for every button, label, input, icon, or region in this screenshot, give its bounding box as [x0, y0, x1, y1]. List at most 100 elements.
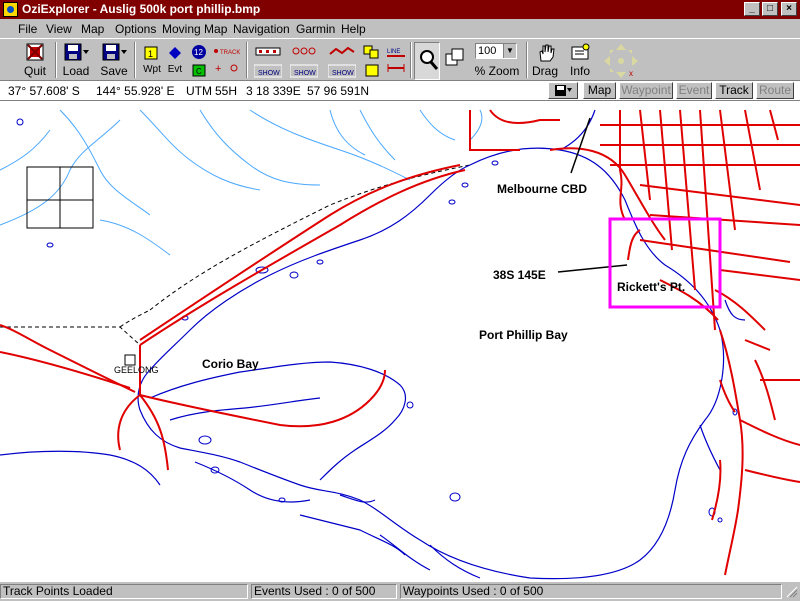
track-icon: TRACK +: [214, 49, 240, 75]
route-number-tool[interactable]: 12 C: [188, 42, 210, 80]
show-tracks-toggle[interactable]: SHOW: [326, 42, 356, 80]
event-list-icon: SHOW: [290, 47, 318, 78]
toolbar-separator: [246, 42, 248, 78]
quit-icon: [26, 43, 44, 61]
utm-zone: 55H: [215, 84, 238, 98]
menu-view[interactable]: View: [46, 22, 72, 36]
route-icon: 12 C: [192, 45, 206, 77]
map-canvas[interactable]: Melbourne CBD 38S 145E Rickett's Pt. Por…: [0, 101, 800, 582]
pan-arrows-icon: x: [604, 44, 638, 78]
status-events-used: Events Used : 0 of 500: [251, 584, 397, 599]
tab-track[interactable]: Track: [715, 82, 753, 99]
menu-navigation[interactable]: Navigation: [233, 22, 290, 36]
map-drawing: [0, 109, 800, 580]
line-tool[interactable]: LINE: [384, 42, 406, 80]
svg-text:LINE: LINE: [387, 49, 400, 55]
track-tool[interactable]: TRACK +: [212, 42, 242, 80]
zoom-label: % Zoom: [474, 64, 520, 78]
app-icon[interactable]: [3, 2, 18, 17]
diamond-icon: [169, 47, 181, 59]
svg-text:SHOW: SHOW: [258, 70, 280, 77]
coastline: [0, 109, 746, 580]
label-ricketts-point: Rickett's Pt.: [617, 280, 686, 294]
quit-label: Quit: [23, 64, 46, 78]
load-icon: [64, 43, 89, 61]
menu-file[interactable]: File: [18, 22, 37, 36]
waypoint-tool[interactable]: 1 Wpt: [140, 42, 164, 80]
utm-northing: 57 96 591N: [307, 84, 370, 98]
toolbar: Quit Load Save 1 Wpt Evt 12 C TRACK + SH…: [0, 38, 800, 81]
grid-reference-square: [26, 166, 94, 229]
waypoint-icon: 1: [144, 46, 158, 60]
menu-options[interactable]: Options: [115, 22, 156, 36]
tab-map[interactable]: Map: [583, 82, 616, 99]
svg-text:TRACK: TRACK: [220, 50, 240, 56]
save-map-button[interactable]: [548, 82, 578, 99]
toolbar-separator: [526, 42, 528, 78]
evt-label: Evt: [167, 64, 183, 75]
maximize-button[interactable]: □: [762, 2, 778, 16]
svg-text:x: x: [629, 69, 633, 78]
roads: [0, 109, 800, 576]
route-tool[interactable]: [360, 42, 382, 80]
svg-text:SHOW: SHOW: [332, 70, 354, 77]
menu-moving-map[interactable]: Moving Map: [162, 22, 227, 36]
geelong-marker: [124, 354, 136, 366]
minimize-button[interactable]: _: [744, 2, 760, 16]
magnifier-icon: [420, 50, 438, 70]
label-melbourne-cbd: Melbourne CBD: [497, 182, 587, 196]
rivers: [0, 109, 483, 256]
label-geelong: GEELONG: [114, 365, 159, 375]
zoom-select[interactable]: 100 ▼: [475, 43, 517, 59]
tab-route[interactable]: Route: [756, 82, 794, 99]
hand-icon: [539, 44, 555, 62]
save-icon: [102, 43, 127, 61]
longitude-readout: 144° 55.928' E: [96, 84, 175, 98]
info-icon: [571, 43, 590, 60]
resize-grip[interactable]: [786, 586, 798, 598]
windows-icon: [445, 48, 464, 66]
svg-text:C: C: [196, 67, 202, 76]
svg-text:1: 1: [148, 49, 153, 59]
status-message: Track Points Loaded: [0, 584, 248, 599]
lakes: [16, 118, 738, 523]
info-tool[interactable]: Info: [565, 42, 595, 80]
latitude-readout: 37° 57.608' S: [8, 84, 80, 98]
load-button[interactable]: Load: [60, 42, 92, 80]
track-list-icon: SHOW: [328, 46, 356, 78]
zoom-control[interactable]: 100 ▼ % Zoom: [472, 42, 522, 80]
label-grid-reference: 38S 145E: [493, 268, 546, 282]
info-label: Info: [569, 64, 590, 78]
save-label: Save: [100, 64, 128, 78]
waypoint-list-icon: SHOW: [254, 47, 282, 78]
coordinate-bar: 37° 57.608' S 144° 55.928' E UTM 55H 3 1…: [0, 81, 800, 101]
zoom-value: 100: [478, 45, 497, 57]
menu-garmin[interactable]: Garmin: [296, 22, 335, 36]
toolbar-separator: [134, 42, 136, 78]
event-tool[interactable]: Evt: [164, 42, 186, 80]
menu-bar: File View Map Options Moving Map Navigat…: [0, 19, 800, 39]
menu-help[interactable]: Help: [341, 22, 366, 36]
close-button[interactable]: ×: [781, 2, 797, 16]
disk-icon: [555, 85, 572, 96]
svg-text:SHOW: SHOW: [294, 70, 316, 77]
pan-control[interactable]: x: [600, 42, 640, 80]
drag-tool[interactable]: Drag: [530, 42, 560, 80]
toolbar-separator: [55, 42, 57, 78]
zoom-tool[interactable]: [414, 42, 440, 80]
load-label: Load: [62, 64, 90, 78]
window-title: OziExplorer - Auslig 500k port phillip.b…: [22, 2, 261, 16]
label-corio-bay: Corio Bay: [202, 357, 259, 371]
menu-map[interactable]: Map: [81, 22, 104, 36]
title-bar: OziExplorer - Auslig 500k port phillip.b…: [0, 0, 800, 19]
quit-button[interactable]: Quit: [20, 42, 50, 80]
tab-waypoint[interactable]: Waypoint: [619, 82, 673, 99]
route-edit-icon: [363, 45, 379, 77]
tab-event[interactable]: Event: [676, 82, 712, 99]
chevron-down-icon[interactable]: ▼: [503, 44, 516, 58]
show-waypoints-toggle[interactable]: SHOW: [252, 42, 282, 80]
show-events-toggle[interactable]: SHOW: [288, 42, 318, 80]
save-button[interactable]: Save: [98, 42, 130, 80]
svg-text:+: +: [215, 63, 221, 75]
zoom-window-tool[interactable]: [443, 42, 467, 80]
